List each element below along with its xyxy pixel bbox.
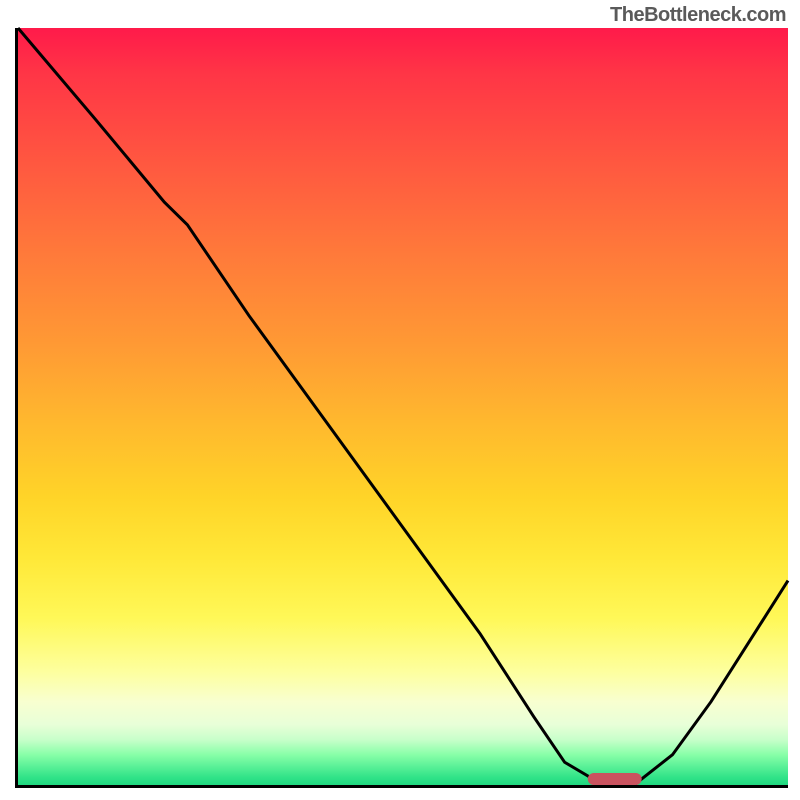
optimal-marker [18, 28, 788, 785]
attribution-label: TheBottleneck.com [610, 4, 786, 27]
plot-area [15, 28, 788, 788]
chart-container: TheBottleneck.com [0, 0, 800, 800]
